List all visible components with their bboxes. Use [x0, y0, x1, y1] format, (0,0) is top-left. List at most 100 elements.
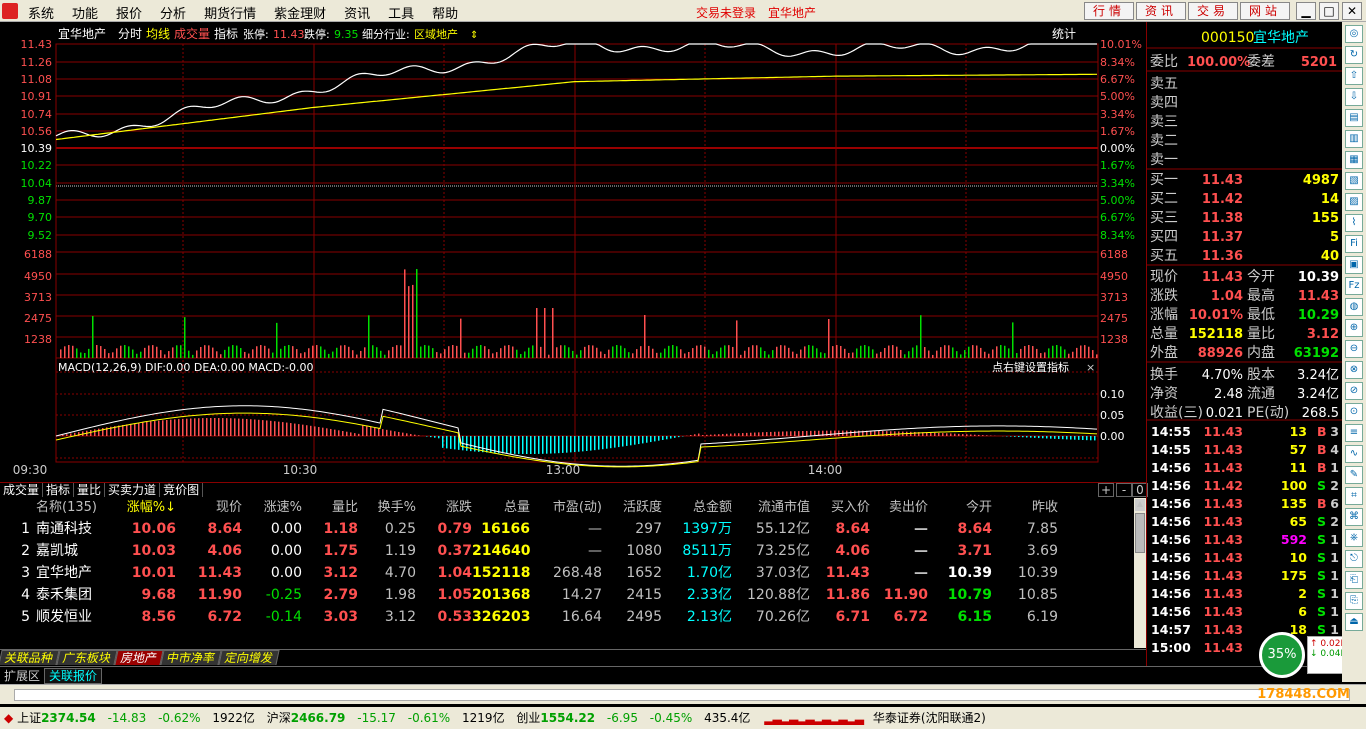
column-header[interactable]: 流通市值: [732, 498, 810, 518]
sector-value[interactable]: 区域地产: [414, 27, 458, 41]
column-header[interactable]: 买入价: [810, 498, 870, 518]
close-button[interactable]: ✕: [1342, 2, 1362, 20]
side-tool-icon[interactable]: ⎈: [1345, 529, 1363, 547]
scroll-thumb[interactable]: [1135, 513, 1145, 553]
column-header[interactable]: 涨跌: [416, 498, 472, 518]
add-indicator-button[interactable]: +: [1098, 483, 1114, 497]
column-header[interactable]: 现价: [176, 498, 242, 518]
scroll-track[interactable]: [14, 689, 1350, 701]
login-status[interactable]: 交易未登录: [696, 6, 756, 20]
column-header[interactable]: 市盈(动): [530, 498, 602, 518]
indicator-tab-4[interactable]: 竞价图: [160, 483, 204, 497]
side-tool-icon[interactable]: ⊘: [1345, 382, 1363, 400]
category-tab-1[interactable]: 广东板块: [56, 650, 118, 665]
side-tool-icon[interactable]: ⊖: [1345, 340, 1363, 358]
side-tool-icon[interactable]: ↻: [1345, 46, 1363, 64]
side-tool-icon[interactable]: ⌗: [1345, 487, 1363, 505]
indicator-tab-0[interactable]: 成交量: [0, 483, 44, 497]
table-row[interactable]: 2 嘉凯城 10.03 4.06 0.00 1.75 1.19 0.37 214640 — 1080…: [0, 540, 1134, 562]
menu-item-3[interactable]: 分析: [160, 3, 186, 22]
table-row[interactable]: 4 泰禾集团 9.68 11.90 -0.25 2.79 1.98 1.05 201368 14.…: [0, 584, 1134, 606]
category-tab-2[interactable]: 房地产: [114, 650, 164, 665]
avg-line-label[interactable]: 均线: [146, 27, 170, 41]
table-row[interactable]: 3 宜华地产 10.01 11.43 0.00 3.12 4.70 1.04 152118 268…: [0, 562, 1134, 584]
top-button-1[interactable]: 资讯: [1136, 2, 1186, 20]
side-tool-icon[interactable]: ▤: [1345, 109, 1363, 127]
side-tool-icon[interactable]: ▦: [1345, 151, 1363, 169]
intraday-chart[interactable]: 宜华地产 分时 均线 成交量 指标 张停: 11.43 跌停: 9.35 细分行…: [0, 22, 1146, 482]
column-header[interactable]: 总量: [472, 498, 530, 518]
category-tab-3[interactable]: 中市净率: [160, 650, 222, 665]
side-tool-icon[interactable]: ≡: [1345, 424, 1363, 442]
indicator-tab-2[interactable]: 量比: [74, 483, 106, 497]
side-tool-icon[interactable]: ∿: [1345, 445, 1363, 463]
index-hs-label[interactable]: 沪深: [267, 711, 291, 725]
column-header[interactable]: 总金额: [662, 498, 732, 518]
side-tool-icon[interactable]: ▥: [1345, 130, 1363, 148]
menu-item-0[interactable]: 系统: [28, 3, 54, 22]
menu-item-1[interactable]: 功能: [72, 3, 98, 22]
column-header[interactable]: 活跃度: [602, 498, 662, 518]
side-tool-icon[interactable]: ⊙: [1345, 403, 1363, 421]
macd-hint[interactable]: 点右键设置指标: [992, 360, 1069, 374]
menu-item-8[interactable]: 帮助: [432, 3, 458, 22]
side-tool-icon[interactable]: ▣: [1345, 256, 1363, 274]
ext-tab-0[interactable]: 扩展区: [0, 669, 44, 683]
side-tool-icon[interactable]: ⊕: [1345, 319, 1363, 337]
side-tool-icon[interactable]: ◎: [1345, 25, 1363, 43]
top-button-0[interactable]: 行情: [1084, 2, 1134, 20]
table-row[interactable]: 5 顺发恒业 8.56 6.72 -0.14 3.03 3.12 0.53 326203 16.6…: [0, 606, 1134, 628]
sector-toggle-icon[interactable]: ⇕: [470, 30, 478, 41]
column-header[interactable]: 涨速%: [242, 498, 302, 518]
top-button-2[interactable]: 交易: [1188, 2, 1238, 20]
side-tool-icon[interactable]: ✎: [1345, 466, 1363, 484]
column-header[interactable]: 量比: [302, 498, 358, 518]
minimize-button[interactable]: ▁: [1296, 2, 1316, 20]
menu-item-2[interactable]: 报价: [116, 3, 142, 22]
broker-name[interactable]: 华泰证券(沈阳联通2): [873, 711, 986, 725]
table-row[interactable]: 1 南通科技 10.06 8.64 0.00 1.18 0.25 0.79 16166 — 297 1…: [0, 518, 1134, 540]
side-tool-icon[interactable]: Fz: [1345, 277, 1363, 295]
horizontal-scrollbar[interactable]: 178448.COM: [0, 684, 1366, 704]
menu-item-5[interactable]: 紫金理财: [274, 3, 326, 22]
table-scrollbar[interactable]: ▲: [1134, 498, 1146, 648]
memory-percent-badge[interactable]: 35%: [1259, 632, 1305, 678]
stat-button[interactable]: 统计: [1052, 27, 1076, 41]
maximize-button[interactable]: □: [1319, 2, 1339, 20]
index-cy-label[interactable]: 创业: [516, 711, 540, 725]
scroll-up-icon[interactable]: ▲: [1135, 499, 1145, 511]
side-tool-icon[interactable]: ⇧: [1345, 67, 1363, 85]
column-header[interactable]: [0, 498, 30, 518]
ext-tab-1[interactable]: 关联报价: [44, 668, 103, 684]
column-header[interactable]: 名称(135): [30, 498, 100, 518]
side-tool-icon[interactable]: ◍: [1345, 298, 1363, 316]
column-header[interactable]: 换手%: [358, 498, 416, 518]
remove-indicator-button[interactable]: -: [1116, 483, 1132, 497]
menu-item-4[interactable]: 期货行情: [204, 3, 256, 22]
column-header[interactable]: 昨收: [992, 498, 1058, 518]
side-tool-icon[interactable]: ⎘: [1345, 592, 1363, 610]
side-tool-icon[interactable]: ⇩: [1345, 88, 1363, 106]
tab-timeshare[interactable]: 分时: [118, 27, 142, 41]
macd-close-icon[interactable]: ×: [1086, 361, 1095, 374]
menu-item-7[interactable]: 工具: [388, 3, 414, 22]
side-tool-icon[interactable]: ⌘: [1345, 508, 1363, 526]
side-tool-icon[interactable]: Fi: [1345, 235, 1363, 253]
column-header[interactable]: 卖出价: [870, 498, 928, 518]
indicator-tab-1[interactable]: 指标: [43, 483, 75, 497]
top-button-3[interactable]: 网站: [1240, 2, 1290, 20]
side-tool-icon[interactable]: ⎗: [1345, 571, 1363, 589]
category-tab-0[interactable]: 关联品种: [0, 650, 60, 665]
index-sh-label[interactable]: 上证: [17, 711, 41, 725]
indicator-tab-3[interactable]: 买卖力道: [105, 483, 161, 497]
indicator-label[interactable]: 指标: [214, 26, 238, 41]
side-tool-icon[interactable]: ⎋: [1345, 550, 1363, 568]
column-header[interactable]: 涨幅%↓: [100, 498, 176, 518]
volume-label[interactable]: 成交量: [174, 26, 210, 41]
side-tool-icon[interactable]: ⌇: [1345, 214, 1363, 232]
menu-item-6[interactable]: 资讯: [344, 3, 370, 22]
side-tool-icon[interactable]: ⏏: [1345, 613, 1363, 631]
column-header[interactable]: 今开: [928, 498, 992, 518]
side-tool-icon[interactable]: ▨: [1345, 193, 1363, 211]
side-tool-icon[interactable]: ⊗: [1345, 361, 1363, 379]
